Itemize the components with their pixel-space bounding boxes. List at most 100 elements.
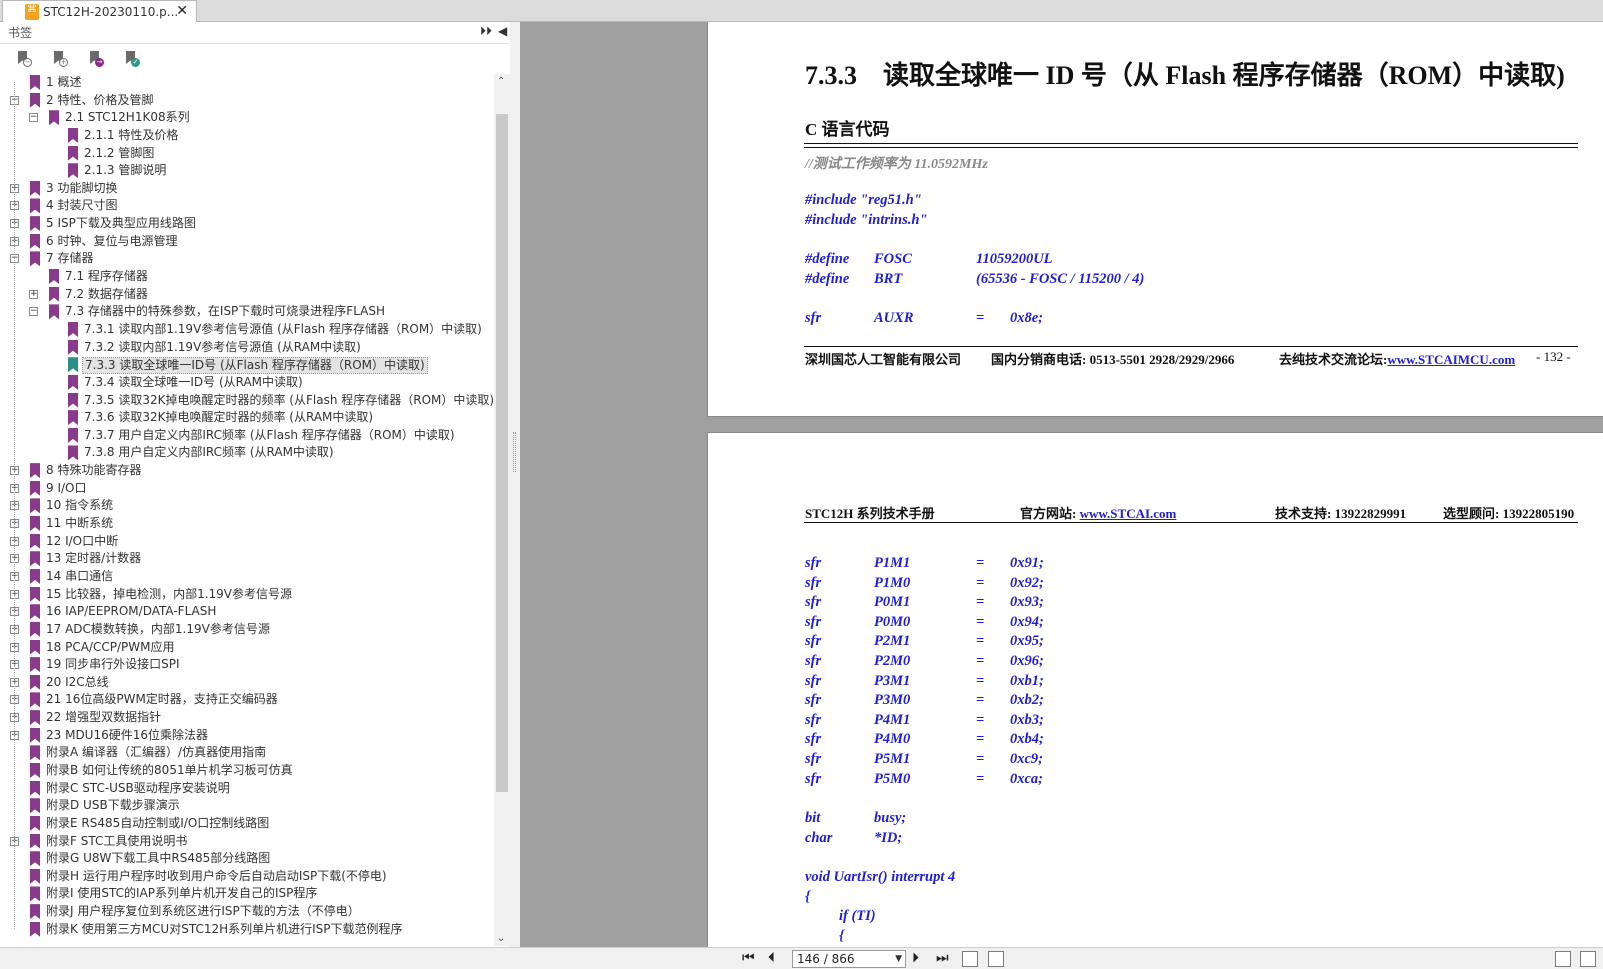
code-if: if (TI) [839,908,876,924]
bookmark-item[interactable]: 7.3.3 读取全球唯一ID号 (从Flash 程序存储器（ROM）中读取) [0,356,494,375]
bookmark-label: 附录E RS485自动控制或I/O口控制线路图 [46,815,270,830]
bookmark-item[interactable]: +18 PCA/CCP/PWM应用 [0,639,494,657]
back-view-icon[interactable] [962,951,978,967]
last-page-icon[interactable]: ⏭ [936,950,949,966]
bookmark-item[interactable]: +19 同步串行外设接口SPI [0,656,494,674]
sidebar-scrollbar[interactable]: ⌃ ⌄ [494,74,510,946]
collapse-node-icon[interactable]: − [29,307,38,317]
pane-splitter[interactable] [510,22,520,947]
page-number-input[interactable]: 146 / 866 ▼ [792,950,906,968]
splitter-grip[interactable] [513,432,516,472]
chevron-down-icon[interactable]: ▼ [895,951,902,967]
bookmark-item[interactable]: +3 功能脚切换 [0,180,494,198]
footer-phone: 国内分销商电话: 0513-5501 2928/2929/2966 [991,349,1234,368]
bookmark-item[interactable]: + 附录F STC工具使用说明书 [0,833,494,851]
document-tab[interactable]: STC12H-20230110.p... ✕ [2,0,197,22]
bookmark-item[interactable]: 1 概述 [0,74,494,92]
document-view[interactable]: 7.3.3 读取全球唯一 ID 号（从 Flash 程序存储器（ROM）中读取)… [520,22,1603,947]
bookmark-item[interactable]: 7.3.1 读取内部1.19V参考信号源值 (从Flash 程序存储器（ROM）… [0,321,494,339]
bookmark-item[interactable]: 2.1.3 管脚说明 [0,162,494,180]
sidebar-collapse-icon[interactable]: ◀ [498,24,507,38]
bookmark-item[interactable]: +21 16位高级PWM定时器，支持正交编码器 [0,691,494,709]
bookmark-item[interactable]: 7.3.2 读取内部1.19V参考信号源值 (从RAM中读取) [0,339,494,357]
scroll-down-icon[interactable]: ⌄ [497,933,505,944]
bookmark-item[interactable]: 7.3.6 读取32K掉电唤醒定时器的频率 (从RAM中读取) [0,409,494,427]
bookmark-item[interactable]: −2 特性、价格及管脚 [0,92,494,110]
bookmark-item[interactable]: +16 IAP/EEPROM/DATA-FLASH [0,603,494,621]
header-site-label: 官方网站: [1020,506,1077,521]
bookmark-icon [30,921,40,937]
bookmark-item[interactable]: − 2.1 STC12H1K08系列 [0,109,494,127]
sidebar-expand-icon[interactable]: ⏵⏵ [480,24,492,39]
scroll-up-icon[interactable]: ⌃ [497,76,505,87]
bookmark-item[interactable]: 7.3.5 读取32K掉电唤醒定时器的频率 (从Flash 程序存储器（ROM）… [0,392,494,410]
bookmark-item[interactable]: 2.1.2 管脚图 [0,145,494,163]
bookmark-item[interactable]: +14 串口通信 [0,568,494,586]
bookmark-item[interactable]: 7.1 程序存储器 [0,268,494,286]
expand-node-icon[interactable]: + [29,289,38,299]
bookmark-item[interactable]: 7.3.7 用户自定义内部IRC频率 (从Flash 程序存储器（ROM）中读取… [0,427,494,445]
bookmark-item[interactable]: − 7.3 存储器中的特殊参数，在ISP下载时可烧录进程序FLASH [0,303,494,321]
collapse-bookmarks-icon[interactable]: − [14,49,32,67]
code-sfr-name: P5M1 [874,751,911,767]
continuous-view-icon[interactable] [1580,951,1596,967]
bookmark-label: 附录D USB下载步骤演示 [46,798,180,813]
bookmark-item[interactable]: 附录A 编译器（汇编器）/仿真器使用指南 [0,744,494,762]
code-sfr-kw: sfr [805,672,822,689]
bookmark-item[interactable]: 附录J 用户程序复位到系统区进行ISP下载的方法（不停电） [0,903,494,921]
bookmark-icon [30,75,40,90]
locate-bookmark-icon[interactable]: ✓ [122,49,140,67]
bookmark-item[interactable]: +23 MDU16硬件16位乘除法器 [0,727,494,745]
code-sfr-eq: = [976,751,985,767]
bookmark-item[interactable]: 附录B 如何让传统的8051单片机学习板可仿真 [0,762,494,780]
bookmark-item[interactable]: +8 特殊功能寄存器 [0,462,494,480]
bookmark-item[interactable]: 7.3.4 读取全球唯一ID号 (从RAM中读取) [0,374,494,392]
bookmark-item[interactable]: +7.2 数据存储器 [0,286,494,304]
bookmark-item[interactable]: +10 指令系统 [0,497,494,515]
bookmark-icon [68,374,78,390]
forward-view-icon[interactable] [988,951,1004,967]
single-page-view-icon[interactable] [1555,951,1571,967]
bookmark-item[interactable]: +4 封装尺寸图 [0,197,494,215]
forum-link[interactable]: www.STCAIMCU.com [1387,352,1515,367]
pdf-icon [25,3,39,20]
subheading: C 语言代码 [805,120,890,139]
bookmark-item[interactable]: +12 I/O口中断 [0,533,494,551]
bookmark-item[interactable]: 附录I 使用STC的IAP系列单片机开发自己的ISP程序 [0,885,494,903]
bookmark-item[interactable]: 附录H 运行用户程序时收到用户命令后自动启动ISP下载(不停电) [0,868,494,886]
bookmark-item[interactable]: 2.1.1 特性及价格 [0,127,494,145]
bookmark-icon [30,904,40,920]
bookmark-item[interactable]: +9 I/O口 [0,480,494,498]
bookmark-item[interactable]: 附录K 使用第三方MCU对STC12H系列单片机进行ISP下载范例程序 [0,921,494,939]
bookmark-item[interactable]: 附录D USB下载步骤演示 [0,797,494,815]
bookmark-item[interactable]: 7.3.8 用户自定义内部IRC频率 (从RAM中读取) [0,444,494,462]
site-link[interactable]: www.STCAI.com [1080,506,1177,521]
bookmark-icon [30,762,40,778]
code-sfr-eq: = [976,672,985,689]
code-sfr-name: P2M1 [874,633,911,650]
bookmark-item[interactable]: +15 比较器，掉电检测，内部1.19V参考信号源 [0,586,494,604]
bookmark-item[interactable]: 附录G U8W下载工具中RS485部分线路图 [0,850,494,868]
bookmark-item[interactable]: 附录E RS485自动控制或I/O口控制线路图 [0,815,494,833]
bookmark-item[interactable]: +5 ISP下载及典型应用线路图 [0,215,494,233]
next-page-icon[interactable]: ⏵ [912,950,919,966]
bookmark-item[interactable]: −7 存储器 [0,250,494,268]
go-to-bookmark-icon[interactable]: → [86,49,104,67]
bookmark-item[interactable]: 附录C STC-USB驱动程序安装说明 [0,780,494,798]
bookmark-item[interactable]: +6 时钟、复位与电源管理 [0,233,494,251]
close-tab-icon[interactable]: ✕ [176,3,188,19]
previous-page-icon[interactable]: ⏴ [768,950,775,966]
bookmark-item[interactable]: +17 ADC模数转换，内部1.19V参考信号源 [0,621,494,639]
expand-bookmarks-icon[interactable]: + [50,49,68,67]
code-sfr-name: P5M0 [874,770,911,787]
footer-phone-value: 0513-5501 2928/2929/2966 [1089,352,1235,367]
bookmark-item[interactable]: +22 增强型双数据指针 [0,709,494,727]
scrollbar-thumb[interactable] [496,114,508,792]
bookmark-label: 7.3.6 读取32K掉电唤醒定时器的频率 (从RAM中读取) [84,410,374,425]
collapse-node-icon[interactable]: − [29,113,38,123]
bookmark-item[interactable]: +13 定时器/计数器 [0,550,494,568]
code-define-name: BRT [874,271,903,287]
bookmark-item[interactable]: +20 I2C总线 [0,674,494,692]
first-page-icon[interactable]: ⏮ [742,950,755,966]
bookmark-item[interactable]: +11 中断系统 [0,515,494,533]
